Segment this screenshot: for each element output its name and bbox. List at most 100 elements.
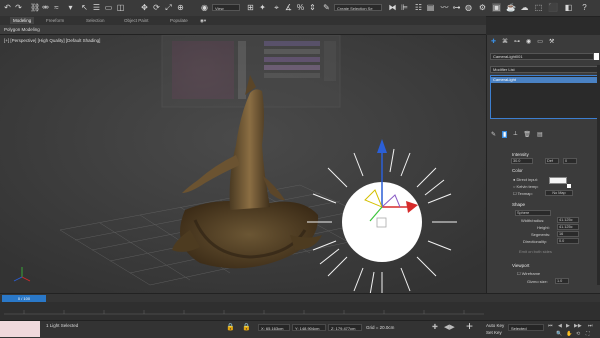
ribbon-options-icon[interactable]: ◉▾ — [200, 17, 206, 24]
rendered-frame-icon[interactable]: ▣ — [492, 3, 501, 12]
polygon-modeling-label[interactable]: Polygon Modeling — [4, 26, 40, 33]
selection-filter-icon[interactable]: ▾ — [66, 3, 75, 12]
viewport-label[interactable]: [+] [Perspective] [High Quality] [Defaul… — [4, 38, 100, 43]
edit-named-sets-icon[interactable]: ✎ — [322, 3, 331, 12]
texmap-checkbox[interactable]: ☐ Texmap: — [513, 191, 533, 196]
schematic-view-icon[interactable]: ⊶ — [452, 3, 461, 12]
select-rotate-icon[interactable]: ⟳ — [152, 3, 161, 12]
mirror-icon[interactable]: ⧓ — [388, 3, 397, 12]
create-tab-icon[interactable]: ✚ — [491, 38, 496, 45]
select-manipulate-icon[interactable]: ✦ — [258, 3, 267, 12]
curve-editor-icon[interactable]: 〰 — [440, 3, 449, 12]
motion-tab-icon[interactable]: ◉ — [526, 38, 531, 45]
workspace-icon[interactable]: ◧ — [564, 3, 573, 12]
height-input[interactable]: 41.125c — [557, 224, 579, 230]
go-to-end-icon[interactable]: ⏭ — [588, 322, 593, 330]
emit-both-sides-checkbox[interactable]: Emit on both sides — [519, 249, 552, 254]
texmap-button[interactable]: No Map — [545, 190, 573, 196]
z-coordinate-field[interactable]: Z: 179.477cm — [328, 324, 362, 331]
intensity-unit-dropdown[interactable]: Def — [545, 158, 559, 164]
select-object-icon[interactable]: ↖ — [80, 3, 89, 12]
bind-spacewarp-icon[interactable]: ≈ — [52, 3, 61, 12]
a360-icon[interactable]: ⬚ — [534, 3, 543, 12]
pin-stack-icon[interactable]: ✎ — [491, 131, 496, 138]
tab-populate[interactable]: Populate — [170, 17, 188, 24]
window-crossing-icon[interactable]: ◫ — [116, 3, 125, 12]
modifier-stack[interactable]: CameraLight — [490, 75, 598, 119]
percent-snap-icon[interactable]: % — [296, 3, 305, 12]
isolate-selection-icon[interactable]: 🔒 — [226, 324, 235, 332]
unlink-icon[interactable]: ⚮ — [41, 3, 50, 12]
configure-sets-icon[interactable]: ▤ — [537, 131, 543, 138]
auto-key-button[interactable]: Auto Key — [486, 323, 504, 328]
utilities-tab-icon[interactable]: ⚒ — [549, 38, 554, 45]
object-color-swatch[interactable] — [594, 53, 599, 60]
modify-tab-icon[interactable]: ⌘ — [502, 38, 508, 45]
named-selection-dropdown[interactable]: Create Selection Se — [334, 4, 382, 11]
render-cloud-icon[interactable]: ☁ — [520, 3, 529, 12]
hierarchy-tab-icon[interactable]: ⊶ — [514, 38, 520, 45]
tab-object-paint[interactable]: Object Paint — [124, 17, 149, 24]
intensity-value[interactable]: 30.0 — [511, 158, 533, 164]
time-slider-thumb[interactable]: 0 / 100 — [2, 295, 46, 302]
help-icon[interactable]: ? — [580, 3, 589, 12]
display-tab-icon[interactable]: ▭ — [537, 38, 543, 45]
select-move-icon[interactable]: ✥ — [140, 3, 149, 12]
redo-icon[interactable]: ↷ — [14, 3, 23, 12]
next-frame-icon[interactable]: ▶▶ — [574, 322, 582, 330]
link-icon[interactable]: ⛓ — [30, 3, 40, 12]
select-place-icon[interactable]: ⊕ — [176, 3, 185, 12]
snap-toggle-icon[interactable]: ⌖ — [272, 3, 281, 12]
set-key-plus-icon[interactable]: + — [466, 320, 473, 332]
make-unique-icon[interactable]: ⟂ — [513, 131, 517, 138]
wireframe-checkbox[interactable]: ☐ Wireframe — [517, 271, 540, 276]
gizmo-size-input[interactable]: 1.0 — [555, 278, 569, 284]
previous-frame-icon[interactable]: ◀ — [558, 322, 562, 330]
layer-explorer-icon[interactable]: ☷ — [414, 3, 423, 12]
segments-input[interactable]: 16 — [557, 231, 579, 237]
tab-modeling[interactable]: Modeling — [10, 17, 35, 24]
intensity-multiplier[interactable]: 0 — [563, 158, 577, 164]
color-swatch[interactable] — [549, 177, 567, 184]
select-by-name-icon[interactable]: ☰ — [92, 3, 101, 12]
reference-coord-icon[interactable]: ◉ — [200, 3, 209, 12]
object-name-field[interactable]: CameraLight001 — [490, 53, 594, 60]
shape-type-dropdown[interactable]: Sphere — [515, 210, 551, 216]
key-mode-icon[interactable]: ◀▶ — [444, 324, 455, 332]
x-coordinate-field[interactable]: X: 65.163cm — [258, 324, 290, 331]
remove-modifier-icon[interactable]: 🗑 — [523, 131, 531, 138]
perspective-viewport[interactable]: [+] [Perspective] [High Quality] [Defaul… — [0, 35, 486, 293]
modifier-list-dropdown[interactable]: Modifier List — [490, 66, 598, 73]
maxscript-listener[interactable] — [0, 321, 40, 337]
width-radius-input[interactable]: 41.125c — [557, 217, 579, 223]
set-key-button[interactable]: Set Key — [486, 330, 502, 335]
align-icon[interactable]: ⊫ — [400, 3, 409, 12]
go-to-start-icon[interactable]: ⏮ — [548, 322, 553, 330]
rect-select-icon[interactable]: ▭ — [104, 3, 113, 12]
toggle-ribbon-icon[interactable]: ▤ — [426, 3, 435, 12]
tab-selection[interactable]: Selection — [86, 17, 105, 24]
tab-freeform[interactable]: Freeform — [46, 17, 64, 24]
material-editor-icon[interactable]: ◍ — [464, 3, 473, 12]
kelvin-temp-radio[interactable]: ○ Kelvin temp: — [513, 184, 539, 189]
view-dropdown[interactable]: View — [212, 4, 240, 11]
spinner-snap-icon[interactable]: ⇕ — [308, 3, 317, 12]
track-bar[interactable] — [0, 302, 600, 320]
modifier-stack-item[interactable]: CameraLight — [491, 77, 597, 83]
selection-lock-icon[interactable]: 🔒 — [242, 324, 251, 332]
selected-dropdown[interactable]: Selected — [508, 324, 544, 331]
y-coordinate-field[interactable]: Y: 148.904cm — [292, 324, 326, 331]
direct-input-radio[interactable]: ● Direct input: — [513, 177, 538, 182]
undo-icon[interactable]: ↶ — [3, 3, 12, 12]
render-setup-icon[interactable]: ⚙ — [478, 3, 487, 12]
directionality-input[interactable]: 0.0 — [557, 238, 579, 244]
select-scale-icon[interactable]: ⤢ — [164, 3, 173, 12]
add-time-tag-icon[interactable]: ✚ — [432, 324, 438, 332]
open-explorer-icon[interactable]: ⬛ — [548, 3, 558, 12]
play-icon[interactable]: ▶ — [566, 322, 570, 330]
kelvin-swatch[interactable] — [567, 184, 571, 188]
render-icon[interactable]: ☕ — [506, 3, 516, 12]
show-end-result-icon[interactable]: ▮ — [502, 131, 508, 138]
angle-snap-icon[interactable]: ∡ — [284, 3, 293, 12]
pivot-icon[interactable]: ⊞ — [246, 3, 255, 12]
